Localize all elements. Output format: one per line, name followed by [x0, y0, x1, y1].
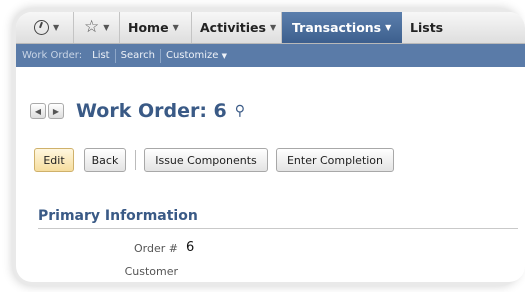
nav-tab-label: Lists	[410, 20, 444, 35]
shortcuts-menu[interactable]: ☆ ▼	[74, 12, 120, 43]
chevron-down-icon: ▼	[172, 23, 179, 32]
nav-tab-home[interactable]: Home ▼	[120, 12, 192, 43]
enter-completion-button[interactable]: Enter Completion	[276, 148, 394, 172]
subnav-link-search[interactable]: Search	[116, 50, 160, 61]
back-button[interactable]: Back	[84, 148, 126, 172]
recent-menu[interactable]: ▼	[16, 12, 74, 43]
star-icon: ☆	[84, 17, 100, 37]
chevron-down-icon: ▼	[269, 23, 277, 32]
nav-tab-activities[interactable]: Activities ▼	[192, 12, 282, 43]
subnav-link-list[interactable]: List	[87, 50, 114, 61]
section-title: Primary Information	[38, 208, 198, 224]
search-icon[interactable]: ⚲	[235, 103, 245, 119]
toolbar-divider	[135, 150, 136, 170]
nav-tab-transactions[interactable]: Transactions ▼	[282, 12, 402, 43]
app-window: ▼ ☆ ▼ Home ▼ Activities ▼ Transactions ▼…	[16, 12, 525, 282]
previous-record-button[interactable]: ◀	[30, 103, 46, 119]
recent-records-icon	[34, 20, 49, 35]
top-navigation: ▼ ☆ ▼ Home ▼ Activities ▼ Transactions ▼…	[16, 12, 525, 44]
field-label-order-number: Order #	[134, 242, 178, 255]
field-value-order-number: 6	[186, 240, 195, 255]
chevron-down-icon: ▼	[385, 23, 392, 32]
nav-tab-label: Activities	[200, 20, 266, 35]
chevron-down-icon: ▼	[103, 23, 110, 32]
section-divider	[38, 228, 518, 229]
nav-tab-lists[interactable]: Lists	[402, 12, 462, 43]
next-record-button[interactable]: ▶	[48, 103, 64, 119]
sub-navigation: Work Order: List Search Customize ▼	[16, 44, 525, 67]
chevron-down-icon: ▼	[53, 23, 60, 32]
subnav-link-customize[interactable]: Customize ▼	[161, 50, 232, 61]
record-header: ◀ ▶ Work Order: 6 ⚲	[30, 98, 245, 124]
field-label-customer: Customer	[124, 265, 178, 278]
issue-components-button[interactable]: Issue Components	[144, 148, 268, 172]
page-title: Work Order: 6	[76, 100, 227, 122]
nav-tab-label: Transactions	[292, 20, 382, 35]
nav-tab-label: Home	[128, 20, 169, 35]
edit-button[interactable]: Edit	[34, 148, 74, 172]
chevron-down-icon: ▼	[221, 52, 228, 60]
subnav-context-label: Work Order:	[22, 50, 83, 61]
subnav-link-label: Customize	[165, 50, 219, 61]
